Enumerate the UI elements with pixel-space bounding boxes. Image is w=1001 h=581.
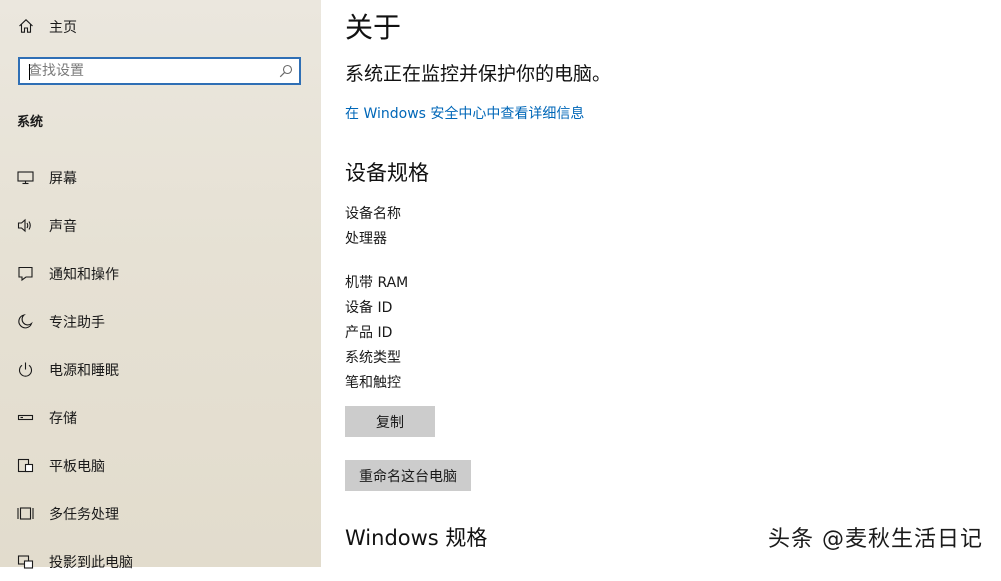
spec-product-id: 产品 ID — [345, 325, 393, 341]
sidebar-item-storage[interactable]: 存储 — [0, 397, 321, 437]
spec-processor: 处理器 — [345, 231, 387, 247]
text-caret — [29, 64, 30, 80]
sidebar-item-label: 多任务处理 — [49, 507, 119, 523]
watermark: 头条 @麦秋生活日记 — [768, 527, 983, 552]
rename-pc-button[interactable]: 重命名这台电脑 — [345, 460, 471, 491]
sidebar-item-label: 专注助手 — [49, 315, 105, 331]
home-label: 主页 — [49, 20, 77, 36]
copy-button[interactable]: 复制 — [345, 406, 435, 437]
main-content: 关于 系统正在监控并保护你的电脑。 在 Windows 安全中心中查看详细信息 … — [321, 0, 1001, 567]
power-icon — [18, 362, 33, 377]
search-box[interactable] — [18, 57, 301, 85]
sidebar-item-multitasking[interactable]: 多任务处理 — [0, 493, 321, 533]
sidebar-item-label: 平板电脑 — [49, 459, 105, 475]
notification-icon — [18, 266, 33, 282]
moon-icon — [18, 314, 33, 329]
sidebar-item-label: 声音 — [49, 219, 77, 235]
project-icon — [17, 555, 34, 569]
sidebar: 主页 系统 屏幕 声音 通知和操作 — [0, 0, 321, 571]
sidebar-item-label: 存储 — [49, 411, 77, 427]
speaker-icon — [17, 218, 31, 233]
sidebar-item-label: 屏幕 — [49, 171, 77, 187]
sidebar-item-display[interactable]: 屏幕 — [0, 157, 321, 197]
storage-icon — [17, 414, 34, 421]
home-icon — [19, 19, 33, 33]
security-center-link[interactable]: 在 Windows 安全中心中查看详细信息 — [345, 103, 584, 123]
device-specs-heading: 设备规格 — [345, 161, 429, 185]
spec-pen-touch: 笔和触控 — [345, 375, 401, 391]
multitask-icon — [17, 507, 34, 520]
sidebar-item-label: 通知和操作 — [49, 267, 119, 283]
spec-installed-ram: 机带 RAM — [345, 275, 409, 291]
sidebar-item-home[interactable]: 主页 — [0, 8, 321, 44]
spec-system-type: 系统类型 — [345, 350, 401, 366]
search-input[interactable] — [28, 62, 268, 80]
page-title: 关于 — [345, 11, 402, 44]
tablet-icon — [17, 458, 34, 473]
sidebar-item-project-to-pc[interactable]: 投影到此电脑 — [0, 541, 321, 581]
monitor-icon — [17, 171, 34, 185]
sidebar-item-label: 投影到此电脑 — [49, 555, 133, 571]
sidebar-item-focus-assist[interactable]: 专注助手 — [0, 301, 321, 341]
search-icon[interactable] — [279, 64, 293, 78]
windows-specs-heading: Windows 规格 — [345, 526, 488, 550]
sidebar-section-label: 系统 — [17, 115, 44, 130]
sidebar-item-label: 电源和睡眠 — [49, 363, 119, 379]
sidebar-item-sound[interactable]: 声音 — [0, 205, 321, 245]
sidebar-item-notifications[interactable]: 通知和操作 — [0, 253, 321, 293]
spec-device-name: 设备名称 — [345, 206, 401, 222]
sidebar-item-power-sleep[interactable]: 电源和睡眠 — [0, 349, 321, 389]
protection-status: 系统正在监控并保护你的电脑。 — [345, 63, 612, 85]
sidebar-item-tablet[interactable]: 平板电脑 — [0, 445, 321, 485]
spec-device-id: 设备 ID — [345, 300, 393, 316]
